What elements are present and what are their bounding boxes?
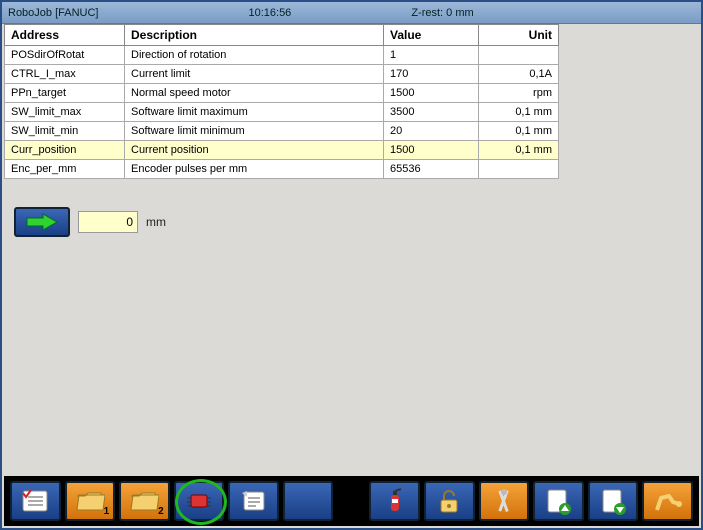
title-bar: RoboJob [FANUC] 10:16:56 Z-rest: 0 mm bbox=[2, 2, 701, 24]
content-area: Address Description Value Unit POSdirOfR… bbox=[4, 24, 699, 474]
folder1-button[interactable]: 1 bbox=[65, 481, 116, 521]
cell-unit: 0,1 mm bbox=[479, 103, 559, 122]
move-value-input[interactable] bbox=[78, 211, 138, 233]
cell-value: 20 bbox=[384, 122, 479, 141]
checklist-button[interactable] bbox=[10, 481, 61, 521]
clock-label: 10:16:56 bbox=[248, 2, 291, 24]
cell-address: SW_limit_max bbox=[5, 103, 125, 122]
cell-value: 1500 bbox=[384, 84, 479, 103]
table-row[interactable]: SW_limit_minSoftware limit minimum200,1 … bbox=[5, 122, 559, 141]
cell-unit: 0,1 mm bbox=[479, 122, 559, 141]
extinguisher-button[interactable] bbox=[369, 481, 420, 521]
cell-unit: rpm bbox=[479, 84, 559, 103]
cell-address: POSdirOfRotat bbox=[5, 46, 125, 65]
cell-description: Current limit bbox=[125, 65, 384, 84]
badge-label: 1 bbox=[104, 506, 110, 517]
table-row[interactable]: SW_limit_maxSoftware limit maximum35000,… bbox=[5, 103, 559, 122]
table-row[interactable]: CTRL_I_maxCurrent limit1700,1A bbox=[5, 65, 559, 84]
folder2-button[interactable]: 2 bbox=[119, 481, 170, 521]
cell-value: 1 bbox=[384, 46, 479, 65]
cell-address: Enc_per_mm bbox=[5, 160, 125, 179]
table-row[interactable]: Curr_positionCurrent position15000,1 mm bbox=[5, 141, 559, 160]
cell-description: Current position bbox=[125, 141, 384, 160]
cell-address: SW_limit_min bbox=[5, 122, 125, 141]
bottom-toolbar: 12 bbox=[4, 476, 699, 526]
col-unit: Unit bbox=[479, 25, 559, 46]
cell-address: CTRL_I_max bbox=[5, 65, 125, 84]
app-window: RoboJob [FANUC] 10:16:56 Z-rest: 0 mm Ad… bbox=[0, 0, 703, 530]
cell-description: Normal speed motor bbox=[125, 84, 384, 103]
robot-button[interactable] bbox=[642, 481, 693, 521]
table-row[interactable]: POSdirOfRotatDirection of rotation1 bbox=[5, 46, 559, 65]
cell-value: 1500 bbox=[384, 141, 479, 160]
move-row: mm bbox=[14, 207, 699, 237]
arrow-right-icon bbox=[25, 213, 59, 231]
parameter-table: Address Description Value Unit POSdirOfR… bbox=[4, 24, 559, 179]
cell-value: 3500 bbox=[384, 103, 479, 122]
cell-description: Software limit maximum bbox=[125, 103, 384, 122]
col-value: Value bbox=[384, 25, 479, 46]
cell-unit bbox=[479, 46, 559, 65]
unlock-button[interactable] bbox=[424, 481, 475, 521]
page-down-button[interactable] bbox=[588, 481, 639, 521]
chip-button[interactable] bbox=[174, 481, 225, 521]
cell-address: PPn_target bbox=[5, 84, 125, 103]
col-address: Address bbox=[5, 25, 125, 46]
cell-description: Encoder pulses per mm bbox=[125, 160, 384, 179]
cell-unit bbox=[479, 160, 559, 179]
page-up-button[interactable] bbox=[533, 481, 584, 521]
highlight-circle bbox=[175, 479, 227, 525]
tools-button[interactable] bbox=[479, 481, 530, 521]
cell-value: 170 bbox=[384, 65, 479, 84]
cell-description: Software limit minimum bbox=[125, 122, 384, 141]
cell-value: 65536 bbox=[384, 160, 479, 179]
move-unit-label: mm bbox=[146, 215, 166, 229]
table-row[interactable]: Enc_per_mmEncoder pulses per mm65536 bbox=[5, 160, 559, 179]
cell-unit: 0,1 mm bbox=[479, 141, 559, 160]
cell-description: Direction of rotation bbox=[125, 46, 384, 65]
badge-label: 2 bbox=[158, 506, 164, 517]
notes-button[interactable] bbox=[228, 481, 279, 521]
z-rest-label: Z-rest: 0 mm bbox=[411, 2, 473, 24]
blank-button[interactable] bbox=[283, 481, 334, 521]
move-arrow-button[interactable] bbox=[14, 207, 70, 237]
col-description: Description bbox=[125, 25, 384, 46]
cell-unit: 0,1A bbox=[479, 65, 559, 84]
table-row[interactable]: PPn_targetNormal speed motor1500rpm bbox=[5, 84, 559, 103]
cell-address: Curr_position bbox=[5, 141, 125, 160]
app-title: RoboJob [FANUC] bbox=[8, 2, 98, 24]
